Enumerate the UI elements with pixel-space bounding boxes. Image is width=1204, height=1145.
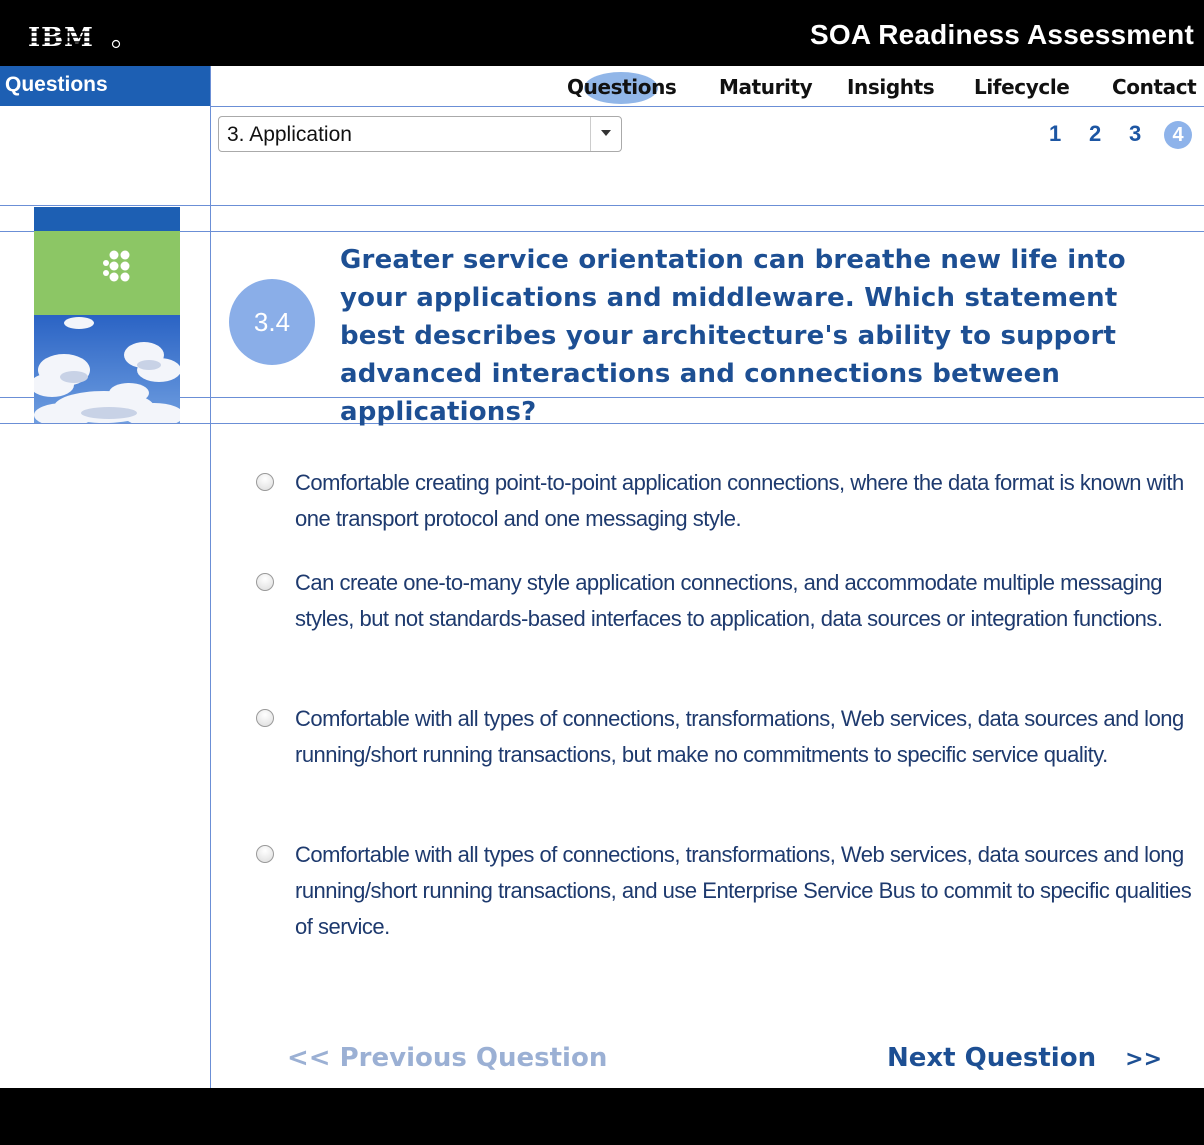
ibm-logo-text: IBM [28,24,94,52]
section-select-value: 3. Application [227,123,352,146]
questions-tab[interactable]: Questions [0,66,210,106]
next-question-button[interactable]: Next Question >> [887,1043,1162,1073]
answer-option-label: Can create one-to-many style application… [295,570,1163,631]
dots-icon [103,250,130,282]
nav-contact[interactable]: Contact [1112,75,1197,99]
app-title: SOA Readiness Assessment [809,19,1194,50]
questions-tab-label: Questions [5,73,108,96]
chevron-down-icon [601,130,611,136]
page-1[interactable]: 1 [1049,121,1061,147]
page-2[interactable]: 2 [1089,121,1101,147]
question-number-badge: 3.4 [229,279,315,365]
nav-lifecycle[interactable]: Lifecycle [974,75,1070,99]
next-arrow: >> [1125,1047,1163,1072]
divider-2 [0,231,1204,232]
ibm-logo: IBM [28,24,121,52]
answer-option-label: Comfortable creating point-to-point appl… [295,470,1184,531]
section-select[interactable]: 3. Application [218,116,622,152]
radio-button[interactable] [256,845,274,863]
footer-bar [0,1088,1204,1145]
dots-logo-tile [34,231,180,315]
answer-option-label: Comfortable with all types of connection… [295,706,1184,767]
radio-button[interactable] [256,573,274,591]
divider-vertical [210,66,211,1088]
nav-maturity[interactable]: Maturity [719,75,813,99]
previous-question-button[interactable]: << Previous Question [287,1043,607,1073]
top-header: IBM SOA Readiness Assessment [0,0,1204,66]
image-panel-header [34,207,180,231]
next-question-label: Next Question [887,1043,1097,1073]
divider-top [210,106,1204,107]
dropdown-button[interactable] [590,117,621,151]
page-4-current[interactable]: 4 [1164,121,1192,149]
page-3[interactable]: 3 [1129,121,1141,147]
sky-clouds-image [34,315,180,423]
radio-button[interactable] [256,709,274,727]
nav-insights[interactable]: Insights [847,75,935,99]
answer-option-label: Comfortable with all types of connection… [295,842,1192,939]
radio-button[interactable] [256,473,274,491]
nav-questions[interactable]: Questions [567,75,677,99]
divider-1 [0,205,1204,206]
question-text: Greater service orientation can breathe … [340,245,1126,427]
